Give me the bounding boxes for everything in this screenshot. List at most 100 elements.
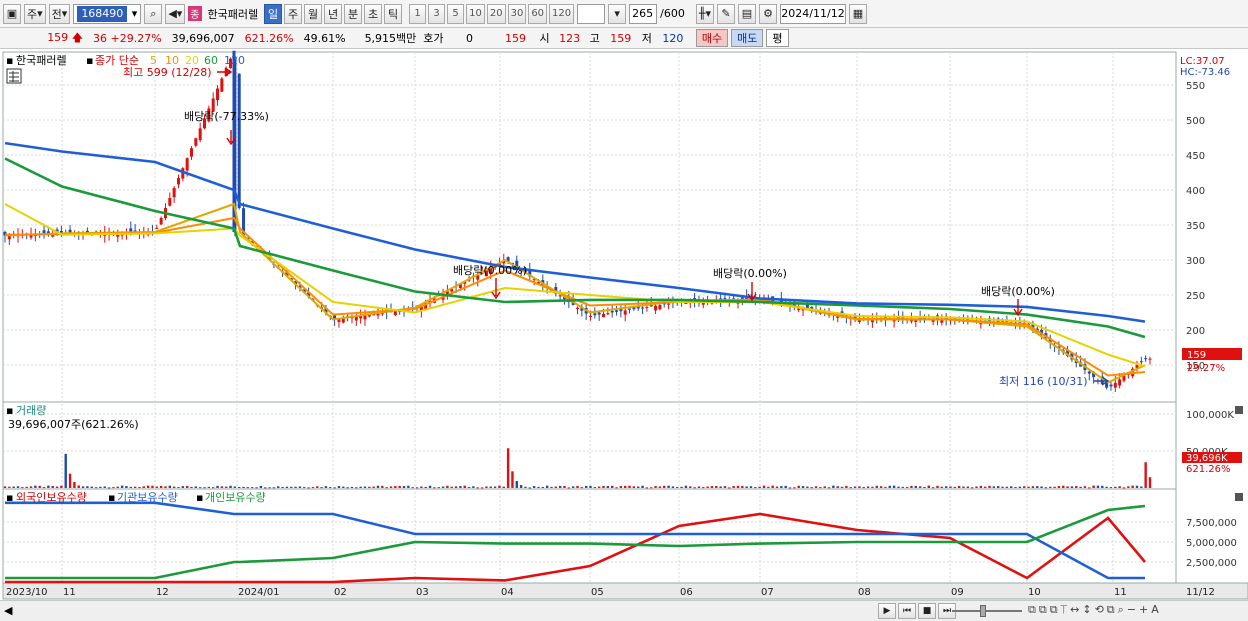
volume-bar: [1105, 486, 1108, 488]
volume-bar: [190, 486, 193, 488]
interval-tab-120[interactable]: 120: [549, 3, 575, 24]
scroll-left-icon[interactable]: ◀: [4, 604, 12, 617]
volume-bar: [116, 486, 119, 488]
draw-tool-icon[interactable]: ✎: [717, 3, 735, 24]
volume-bar: [73, 481, 76, 488]
legend-dot-ma: ▪: [86, 54, 93, 67]
nav-button-2[interactable]: ■: [918, 603, 936, 619]
volume-bar: [307, 487, 310, 489]
gear-icon[interactable]: ⚙: [759, 3, 777, 24]
mode-select-1[interactable]: 주 ▾: [24, 3, 46, 24]
x-tick-label: 05: [591, 587, 604, 598]
volume-bar: [346, 487, 349, 489]
stock-badge: 종: [188, 6, 202, 21]
candle-body: [216, 88, 220, 101]
interval-tab-3[interactable]: 3: [428, 3, 446, 24]
volume-bar: [1096, 485, 1100, 488]
period-tab-5[interactable]: 초: [364, 3, 383, 24]
interval-tab-1[interactable]: 1: [409, 3, 427, 24]
volume-bar: [541, 487, 545, 489]
volume-bar: [710, 486, 714, 488]
volume-bar: [845, 485, 848, 488]
volume-bar: [827, 487, 831, 489]
volume-bar: [584, 485, 588, 488]
period-tab-0[interactable]: 일: [264, 3, 283, 24]
volume-bar: [676, 486, 679, 488]
zoom-slider[interactable]: [952, 610, 1022, 612]
interval-tab-30[interactable]: 30: [507, 3, 527, 24]
volume-bar: [780, 486, 783, 488]
volume-bar: [1066, 486, 1069, 488]
close-icon[interactable]: [1235, 493, 1243, 501]
volume-bar: [610, 485, 614, 488]
search-icon[interactable]: ⌕: [144, 3, 163, 24]
volume-bar: [502, 486, 505, 488]
high-value: 159: [610, 31, 632, 45]
change-value: 36: [93, 31, 107, 45]
volume-bar: [728, 487, 731, 489]
volume-bar: [693, 487, 696, 489]
nav-button-1[interactable]: ⏮: [898, 603, 916, 619]
volume-bar: [99, 486, 102, 488]
volume-bar: [719, 486, 722, 488]
sell-button[interactable]: 매도: [731, 29, 764, 47]
tool-icons[interactable]: ⧉⧉⧉⏉↔↕⟲⧉⌕−+A: [1028, 603, 1162, 617]
speaker-icon[interactable]: ◀▾: [165, 3, 186, 24]
period-tab-2[interactable]: 월: [304, 3, 323, 24]
volume-bar: [862, 487, 865, 489]
interval-tab-20[interactable]: 20: [486, 3, 506, 24]
period-tab-6[interactable]: 틱: [384, 3, 403, 24]
volume-bar: [732, 486, 735, 488]
candle-type-icon[interactable]: ╫▾: [695, 3, 714, 24]
price: 159 🡅: [0, 29, 88, 48]
interval-tab-60[interactable]: 60: [528, 3, 548, 24]
volume-bar: [944, 486, 948, 488]
volume-bar: [1079, 486, 1082, 488]
volume-bar: [25, 486, 28, 488]
volume-bar: [797, 485, 800, 488]
x-tick-label: 03: [416, 587, 429, 598]
volume-bar: [988, 485, 991, 488]
candle-body: [155, 227, 159, 229]
close-icon[interactable]: [1235, 406, 1243, 414]
volume-bar: [836, 486, 839, 488]
x-tick-label: 11: [1114, 587, 1127, 598]
interval-custom-input[interactable]: [577, 3, 606, 24]
buy-button[interactable]: 매수: [695, 29, 729, 47]
period-tab-1[interactable]: 주: [284, 3, 303, 24]
volume-bar: [303, 487, 306, 489]
volume-bar: [975, 486, 978, 488]
chart-area[interactable]: 15020025030035040045050055050,000K100,00…: [0, 50, 1248, 601]
calendar-icon[interactable]: ▦: [849, 3, 867, 24]
x-tick-label: 02: [334, 587, 347, 598]
code-input[interactable]: 168490 ▾: [73, 3, 142, 24]
volume-bar: [819, 487, 822, 489]
volume-bar: [1070, 486, 1074, 488]
count-input[interactable]: 265: [629, 3, 658, 24]
nav-button-0[interactable]: ▶: [878, 603, 896, 619]
avg-button[interactable]: 평: [766, 29, 789, 47]
chevron-down-icon[interactable]: ▾: [608, 3, 627, 24]
period-tab-4[interactable]: 분: [344, 3, 363, 24]
candle-body: [654, 305, 658, 311]
volume-bar: [650, 487, 653, 489]
volume-bar: [216, 485, 219, 488]
volume-bar: [86, 486, 89, 488]
chart-svg[interactable]: 15020025030035040045050055050,000K100,00…: [0, 50, 1248, 601]
candle-body: [185, 158, 189, 171]
volume-bar: [892, 485, 896, 488]
candle-body: [237, 73, 241, 208]
period-tab-3[interactable]: 년: [324, 3, 343, 24]
candle-body: [1144, 358, 1148, 360]
zoom-slider-handle[interactable]: [980, 605, 986, 617]
layout-icon[interactable]: ▣: [3, 3, 21, 24]
volume-bar: [185, 485, 189, 488]
interval-tab-10[interactable]: 10: [466, 3, 485, 24]
save-icon[interactable]: ▤: [738, 3, 756, 24]
date-input[interactable]: 2024/11/12: [780, 3, 846, 24]
mode-select-2[interactable]: 전 ▾: [48, 3, 71, 24]
volume-bar: [177, 487, 180, 489]
volume-bar: [567, 487, 571, 489]
volume-bar: [16, 486, 20, 488]
interval-tab-5[interactable]: 5: [447, 3, 465, 24]
